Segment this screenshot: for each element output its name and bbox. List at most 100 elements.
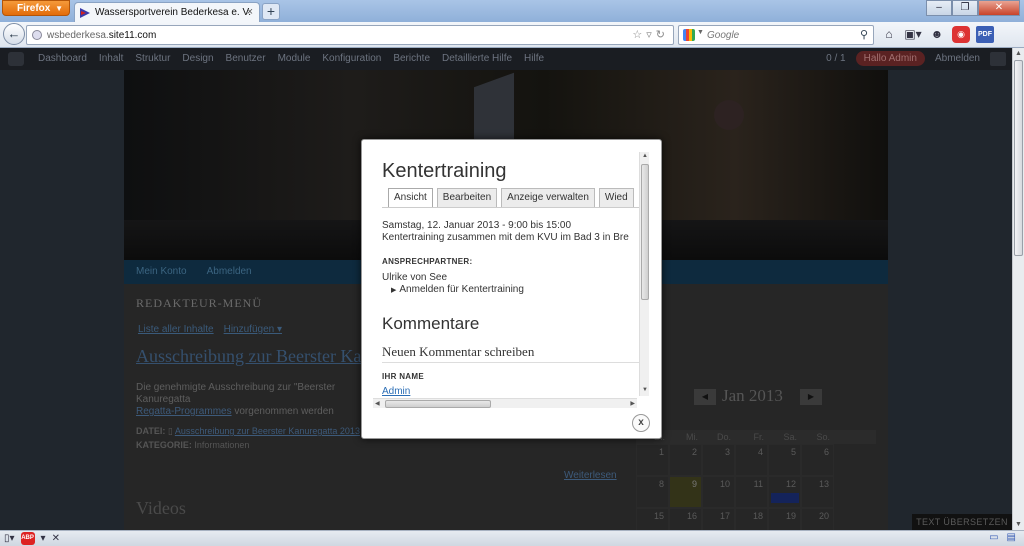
admin-menu-item[interactable]: Benutzer [226, 53, 266, 64]
subnav-my-account[interactable]: Mein Konto [136, 266, 187, 278]
reload-icon[interactable]: ↻ [656, 29, 669, 41]
read-more-link[interactable]: Weiterlesen [564, 470, 617, 481]
subnav-logout[interactable]: Abmelden [207, 266, 252, 278]
admin-menu-item[interactable]: Module [278, 53, 311, 64]
scroll-right-icon[interactable]: ▶ [630, 400, 635, 407]
bookmarks-menu-icon[interactable]: ▣▾ [904, 26, 922, 43]
calendar-next-button[interactable]: ▶ [800, 389, 822, 405]
article-title-link[interactable]: Ausschreibung zur Beerster Kanu [136, 346, 379, 367]
pdf-icon[interactable]: PDF [976, 26, 994, 43]
admin-menu-item[interactable]: Inhalt [99, 53, 123, 64]
window-close-button[interactable]: ✕ [978, 0, 1020, 16]
tab-manage-display[interactable]: Anzeige verwalten [501, 188, 595, 207]
modal-horizontal-scrollbar[interactable]: ◀ ▶ [373, 398, 637, 408]
calendar-day-today[interactable]: 9 [669, 476, 702, 508]
name-user-link[interactable]: Admin [382, 386, 410, 397]
calendar-day[interactable]: 17 [702, 508, 735, 530]
url-bar[interactable]: wsbederkesa.site11.com ☆▿↻ [26, 25, 674, 45]
admin-menu-item[interactable]: Dashboard [38, 53, 87, 64]
calendar-day-event[interactable]: 12 [768, 476, 801, 508]
logout-link[interactable]: Abmelden [935, 53, 980, 64]
page-scrollbar-thumb[interactable] [1014, 60, 1023, 256]
extension-icon[interactable]: ◉ [952, 26, 970, 43]
admin-toolbar: Dashboard Inhalt Struktur Design Benutze… [0, 48, 1012, 70]
meta-category-value[interactable]: Informationen [194, 440, 249, 450]
dropdown-icon[interactable]: ▿ [646, 29, 656, 41]
article-teaser-link[interactable]: Regatta-Programmes [136, 406, 232, 417]
calendar-day[interactable]: 4 [735, 444, 768, 476]
calendar-day[interactable]: 11 [735, 476, 768, 508]
new-tab-button[interactable]: + [262, 3, 280, 20]
scroll-up-icon[interactable]: ▲ [1015, 50, 1022, 57]
chat-icon[interactable]: ▭ [989, 532, 998, 543]
shortcut-icon[interactable] [990, 51, 1006, 66]
browser-tab-active[interactable]: Wassersportverein Bederkesa e. V. × [74, 2, 260, 23]
admin-menu-item[interactable]: Hilfe [524, 53, 544, 64]
calendar-day[interactable]: 2 [669, 444, 702, 476]
tab-add-content[interactable]: Hinzufügen ▾ [224, 324, 282, 335]
hello-user-badge[interactable]: Hallo Admin [855, 51, 925, 66]
modal-vertical-scrollbar[interactable]: ▲ ▼ [639, 152, 649, 396]
event-description: Kentertraining zusammen mit dem KVU im B… [382, 232, 629, 243]
tab-repeat[interactable]: Wied [598, 188, 634, 207]
calendar-event-marker[interactable] [771, 493, 799, 503]
page-icon[interactable]: ▯▾ [4, 533, 15, 544]
url-prefix: wsbederkesa. [47, 30, 109, 41]
adblock-icon[interactable]: ABP [20, 532, 35, 545]
minimize-button[interactable]: – [926, 0, 952, 16]
admin-menu-item[interactable]: Detaillierte Hilfe [442, 53, 512, 64]
admin-menu-item[interactable]: Design [182, 53, 213, 64]
calendar-day[interactable]: 6 [801, 444, 834, 476]
browser-titlebar: Firefox ▼ Wassersportverein Bederkesa e.… [0, 0, 1024, 23]
monitor-icon[interactable]: ▤ [1007, 532, 1016, 543]
calendar-day[interactable]: 1 [636, 444, 669, 476]
scroll-left-icon[interactable]: ◀ [375, 400, 380, 407]
modal-close-button[interactable]: x [632, 414, 650, 432]
tab-view[interactable]: Ansicht [388, 188, 433, 207]
meta-file-link[interactable]: Ausschreibung zur Beerster Kanuregatta 2… [175, 426, 360, 436]
calendar-day[interactable]: 5 [768, 444, 801, 476]
modal-horizontal-scroll-thumb[interactable] [385, 400, 491, 408]
close-icon[interactable]: ✕ [52, 533, 60, 544]
scroll-down-icon[interactable]: ▼ [1015, 521, 1022, 528]
register-link[interactable]: ▶ Anmelden für Kentertraining [391, 284, 524, 295]
google-logo-icon[interactable] [683, 29, 695, 41]
triangle-right-icon: ▶ [391, 287, 397, 294]
admin-menu-item[interactable]: Struktur [135, 53, 170, 64]
file-icon: ▯ [167, 426, 173, 436]
page-scrollbar[interactable]: ▲ ▼ [1012, 48, 1024, 530]
calendar-day[interactable]: 3 [702, 444, 735, 476]
star-icon[interactable]: ☆ [632, 29, 646, 41]
calendar-prev-button[interactable]: ◀ [694, 389, 716, 405]
calendar-day[interactable]: 10 [702, 476, 735, 508]
chevron-down-icon[interactable]: ▼ [697, 29, 704, 36]
content-tabs: Liste aller Inhalte Hinzufügen ▾ [138, 324, 282, 335]
tab-close-icon[interactable]: × [247, 6, 253, 18]
calendar-day[interactable]: 15 [636, 508, 669, 530]
greasemonkey-icon[interactable]: ☻▾ [928, 26, 946, 58]
calendar-day[interactable]: 8 [636, 476, 669, 508]
chevron-down-icon[interactable]: ▾ [41, 533, 46, 544]
firefox-menu-button[interactable]: Firefox ▼ [2, 0, 70, 16]
calendar-day[interactable]: 19 [768, 508, 801, 530]
scroll-down-icon[interactable]: ▼ [641, 387, 649, 395]
scroll-up-icon[interactable]: ▲ [641, 153, 649, 161]
calendar-day[interactable]: 16 [669, 508, 702, 530]
calendar-day[interactable]: 18 [735, 508, 768, 530]
calendar-week-row: 8 9 10 11 12 13 [636, 476, 876, 508]
back-button[interactable]: ← [3, 23, 25, 45]
admin-menu-item[interactable]: Konfiguration [322, 53, 381, 64]
restore-button[interactable]: ❐ [952, 0, 978, 16]
url-text[interactable]: wsbederkesa.site11.com [47, 30, 156, 41]
magnifier-icon[interactable]: ⚲ [860, 28, 868, 41]
tab-edit[interactable]: Bearbeiten [436, 188, 498, 207]
translate-button[interactable]: TEXT ÜBERSETZEN [912, 514, 1012, 530]
search-bar[interactable]: ▼ Google ⚲ [678, 25, 874, 45]
modal-vertical-scroll-thumb[interactable] [641, 164, 649, 300]
tab-content-list[interactable]: Liste aller Inhalte [138, 324, 214, 335]
home-icon[interactable] [8, 52, 24, 66]
calendar-day[interactable]: 20 [801, 508, 834, 530]
calendar-day[interactable]: 13 [801, 476, 834, 508]
home-icon[interactable]: ⌂ [880, 26, 898, 43]
admin-menu-item[interactable]: Berichte [393, 53, 430, 64]
